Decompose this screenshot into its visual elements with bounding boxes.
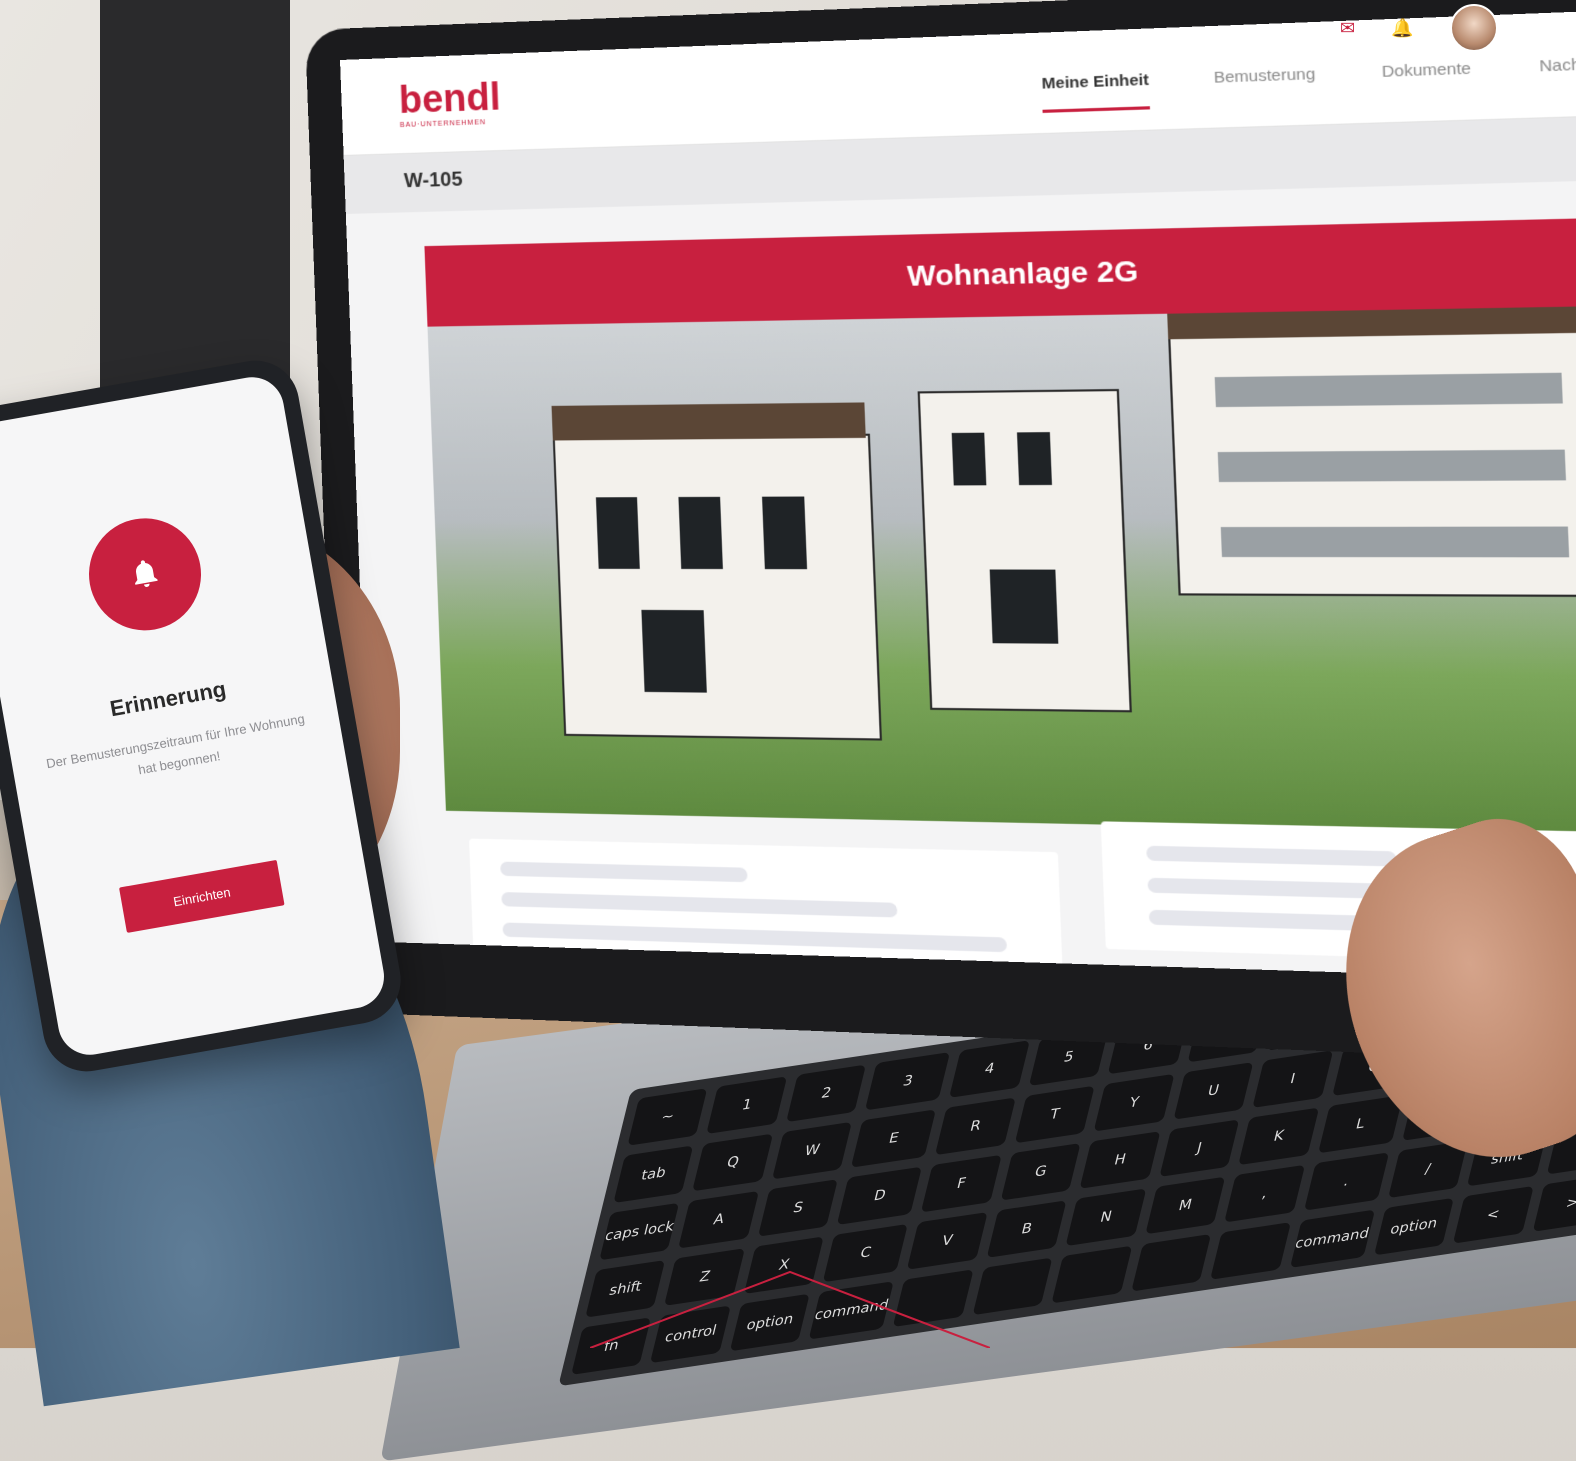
building-left — [552, 433, 882, 741]
keyboard-key: F — [921, 1154, 1002, 1213]
keyboard-key — [1210, 1222, 1291, 1280]
keyboard-key: 4 — [949, 1040, 1030, 1098]
tab-dokumente[interactable]: Dokumente — [1381, 60, 1472, 102]
window — [951, 432, 987, 486]
keyboard-key: > — [1532, 1174, 1576, 1232]
window — [1016, 432, 1052, 486]
skeleton-line — [1146, 845, 1397, 867]
keyboard-key: Y — [1093, 1073, 1175, 1132]
main-nav: Meine Einheit Bemusterung Dokumente Nach… — [1041, 54, 1576, 113]
callout-pointer — [590, 1270, 990, 1348]
laptop-screen: bendl BAU·UNTERNEHMEN Meine Einheit Bemu… — [340, 8, 1576, 984]
roof-solar-left — [551, 402, 866, 441]
keyboard-key: Q — [692, 1133, 774, 1192]
keyboard-key: , — [1224, 1164, 1305, 1223]
unit-code: W-105 — [403, 168, 463, 193]
keyboard-key: J — [1159, 1119, 1240, 1178]
keyboard-key: T — [1014, 1085, 1095, 1144]
logo-wordmark: bendl — [398, 76, 502, 123]
window — [595, 497, 640, 569]
keyboard-key: I — [1252, 1050, 1333, 1108]
keyboard-key — [1051, 1245, 1133, 1304]
balcony-row — [1217, 449, 1566, 483]
keyboard-key: L — [1317, 1095, 1403, 1154]
einrichten-button[interactable]: Einrichten — [119, 859, 285, 933]
keyboard-key: ~ — [627, 1088, 708, 1146]
keyboard-key: 1 — [706, 1076, 788, 1134]
project-title: Wohnanlage 2G — [906, 254, 1139, 293]
bell-icon — [135, 560, 158, 587]
header-utility-icons: ✉ 🔔 — [1340, 4, 1498, 52]
avatar[interactable] — [1449, 4, 1498, 52]
bell-icon[interactable]: 🔔 — [1391, 18, 1413, 39]
window — [641, 609, 707, 693]
keyboard-key: 2 — [786, 1064, 867, 1123]
project-rendering-image — [427, 304, 1576, 838]
keyboard-key: M — [1145, 1176, 1226, 1235]
keyboard-key: tab — [613, 1145, 694, 1204]
mail-icon[interactable]: ✉ — [1340, 18, 1355, 39]
keyboard-key: E — [851, 1109, 937, 1168]
keyboard-key: R — [935, 1097, 1016, 1156]
tab-meine-einheit[interactable]: Meine Einheit — [1041, 71, 1151, 113]
keyboard-key: U — [1173, 1062, 1254, 1120]
keyboard-key: < — [1452, 1186, 1534, 1244]
keyboard-key: W — [771, 1121, 853, 1180]
keyboard-key: option — [1373, 1197, 1454, 1256]
keyboard-key — [1130, 1233, 1212, 1292]
keyboard-key: N — [1065, 1188, 1147, 1247]
keyboard-key: command — [1289, 1209, 1375, 1268]
notification-badge — [80, 509, 210, 640]
tab-nachrichten[interactable]: Nachrichten — [1539, 54, 1576, 97]
keyboard-key: V — [907, 1212, 988, 1270]
skeleton-line — [500, 861, 748, 883]
keyboard-key: . — [1303, 1152, 1389, 1211]
keyboard-key: caps lock — [599, 1202, 680, 1261]
window — [989, 569, 1059, 644]
keyboard-key: D — [837, 1166, 923, 1225]
keyboard-key: H — [1079, 1131, 1161, 1189]
keyboard-key: B — [986, 1200, 1067, 1258]
balcony-row — [1214, 372, 1563, 408]
keyboard-key: A — [678, 1190, 759, 1249]
brand-logo[interactable]: bendl BAU·UNTERNEHMEN — [398, 76, 502, 129]
keyboard-key: 3 — [865, 1052, 951, 1111]
window — [762, 496, 808, 570]
balcony-row — [1220, 526, 1570, 558]
keyboard-key: S — [757, 1179, 839, 1237]
skeleton-line — [502, 922, 1008, 953]
keyboard-key: G — [1000, 1142, 1081, 1201]
window — [678, 496, 723, 570]
keyboard-key: K — [1238, 1107, 1319, 1166]
tab-bemusterung[interactable]: Bemusterung — [1213, 65, 1316, 107]
skeleton-line — [501, 892, 898, 918]
